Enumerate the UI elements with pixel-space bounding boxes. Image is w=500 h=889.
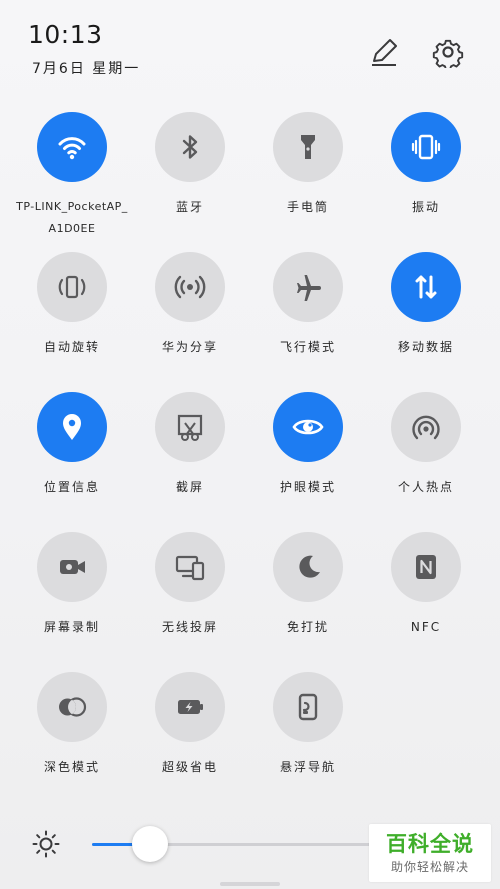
tile-auto-rotate-label: 自动旋转 [43, 340, 100, 354]
tile-airplane-label: 飞行模式 [279, 340, 336, 354]
panel-drag-handle[interactable] [220, 882, 280, 886]
tile-floating-nav[interactable]: 悬浮导航 [249, 672, 367, 778]
tile-screen-record-label: 屏幕录制 [43, 620, 100, 634]
nfc-icon [409, 550, 443, 584]
screenshot-icon [173, 410, 207, 444]
tile-nfc-toggle[interactable] [391, 532, 461, 602]
tile-huawei-share-label: 华为分享 [161, 340, 218, 354]
floating-nav-icon [291, 690, 325, 724]
status-time: 10:13 [28, 20, 103, 49]
tile-hotspot-label: 个人热点 [397, 480, 454, 494]
tile-bluetooth-label: 蓝牙 [175, 200, 204, 214]
airplane-icon [291, 270, 325, 304]
tile-dark-mode[interactable]: 深色模式 [13, 672, 131, 778]
gear-icon[interactable] [432, 36, 464, 71]
tile-huawei-share[interactable]: 华为分享 [131, 252, 249, 358]
tile-battery-saver-toggle[interactable] [155, 672, 225, 742]
dark-mode-icon [55, 690, 89, 724]
tile-floating-nav-label: 悬浮导航 [279, 760, 336, 774]
quick-settings-panel: 10:13 7月6日 星期一 TP-LINK_PocketAP_A1D0EE 蓝牙… [0, 0, 500, 889]
tile-mobile-data-label: 移动数据 [397, 340, 454, 354]
tile-dark-mode-label: 深色模式 [43, 760, 100, 774]
brightness-slider-thumb[interactable] [132, 826, 168, 862]
tile-eye-label: 护眼模式 [279, 480, 336, 494]
huawei-share-icon [173, 270, 207, 304]
tile-dark-mode-toggle[interactable] [37, 672, 107, 742]
tile-location-label: 位置信息 [43, 480, 100, 494]
tile-mobile-data-toggle[interactable] [391, 252, 461, 322]
tile-wifi-label: TP-LINK_PocketAP_A1D0EE [16, 200, 128, 235]
tile-screenshot-toggle[interactable] [155, 392, 225, 462]
tile-auto-rotate[interactable]: 自动旋转 [13, 252, 131, 358]
tile-auto-rotate-toggle[interactable] [37, 252, 107, 322]
tile-vibrate[interactable]: 振动 [367, 112, 485, 218]
tile-screenshot-label: 截屏 [175, 480, 204, 494]
tile-wifi[interactable]: TP-LINK_PocketAP_A1D0EE [13, 112, 131, 240]
hotspot-icon [409, 410, 443, 444]
tile-floating-nav-toggle[interactable] [273, 672, 343, 742]
tile-moon-label: 免打扰 [286, 620, 329, 634]
moon-icon [291, 550, 325, 584]
watermark-badge: 百科全说 助你轻松解决 [369, 824, 491, 882]
watermark-subtitle: 助你轻松解决 [390, 860, 469, 874]
tile-location[interactable]: 位置信息 [13, 392, 131, 498]
tile-hotspot-toggle[interactable] [391, 392, 461, 462]
tile-moon-toggle[interactable] [273, 532, 343, 602]
tile-airplane[interactable]: 飞行模式 [249, 252, 367, 358]
edit-pencil-icon[interactable] [368, 36, 400, 68]
tile-location-toggle[interactable] [37, 392, 107, 462]
tile-flashlight[interactable]: 手电筒 [249, 112, 367, 218]
screen-record-icon [55, 550, 89, 584]
tile-moon[interactable]: 免打扰 [249, 532, 367, 638]
tile-vibrate-label: 振动 [411, 200, 440, 214]
status-date: 7月6日 星期一 [32, 61, 141, 77]
wifi-icon [55, 130, 89, 164]
sun-icon [32, 830, 60, 858]
tile-nfc[interactable]: NFC [367, 532, 485, 638]
vibrate-icon [409, 130, 443, 164]
mobile-data-icon [409, 270, 443, 304]
wireless-projection-icon [173, 550, 207, 584]
tile-huawei-share-toggle[interactable] [155, 252, 225, 322]
tile-eye[interactable]: 护眼模式 [249, 392, 367, 498]
tile-wireless-projection-toggle[interactable] [155, 532, 225, 602]
location-icon [55, 410, 89, 444]
watermark-title: 百科全说 [386, 832, 474, 856]
tile-wireless-projection[interactable]: 无线投屏 [131, 532, 249, 638]
tile-battery-saver[interactable]: 超级省电 [131, 672, 249, 778]
tile-airplane-toggle[interactable] [273, 252, 343, 322]
tile-battery-saver-label: 超级省电 [161, 760, 218, 774]
tile-wifi-toggle[interactable] [37, 112, 107, 182]
tile-screen-record-toggle[interactable] [37, 532, 107, 602]
tile-vibrate-toggle[interactable] [391, 112, 461, 182]
tile-wireless-projection-label: 无线投屏 [161, 620, 218, 634]
tile-bluetooth-toggle[interactable] [155, 112, 225, 182]
tile-hotspot[interactable]: 个人热点 [367, 392, 485, 498]
flashlight-icon [291, 130, 325, 164]
eye-icon [291, 410, 325, 444]
tile-bluetooth[interactable]: 蓝牙 [131, 112, 249, 218]
tile-flashlight-label: 手电筒 [286, 200, 329, 214]
bluetooth-icon [173, 130, 207, 164]
tile-mobile-data[interactable]: 移动数据 [367, 252, 485, 358]
tile-screen-record[interactable]: 屏幕录制 [13, 532, 131, 638]
tile-flashlight-toggle[interactable] [273, 112, 343, 182]
tile-eye-toggle[interactable] [273, 392, 343, 462]
tile-nfc-label: NFC [410, 620, 442, 634]
auto-rotate-icon [55, 270, 89, 304]
tile-screenshot[interactable]: 截屏 [131, 392, 249, 498]
battery-saver-icon [173, 690, 207, 724]
